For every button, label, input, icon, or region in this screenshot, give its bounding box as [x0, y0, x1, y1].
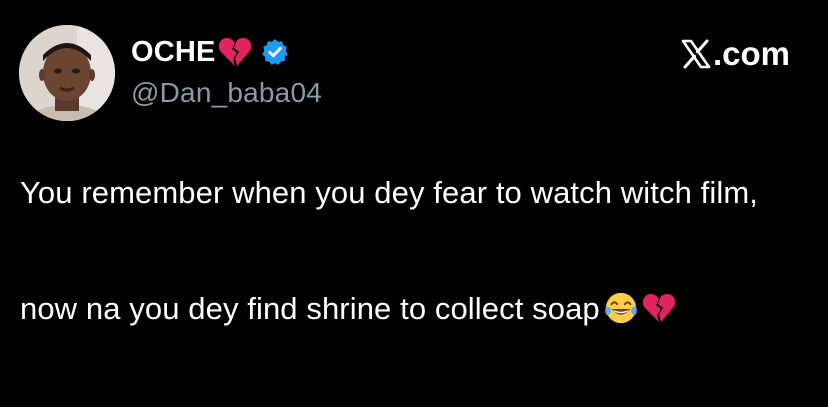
broken-heart-icon [642, 294, 676, 322]
avatar-image [19, 25, 115, 121]
tweet-paragraph-2: now na you dey find shrine to collect so… [20, 289, 815, 329]
face-with-tears-of-joy-icon [605, 292, 637, 324]
verified-badge-icon [261, 39, 288, 65]
brand-domain-text: .com [712, 35, 790, 72]
tweet-paragraph-2-text: now na you dey find shrine to collect so… [20, 291, 600, 326]
x-brand: .com [681, 34, 790, 74]
tweet-body: You remember when you dey fear to watch … [20, 173, 815, 329]
broken-heart-icon [218, 38, 251, 66]
x-logo-icon [681, 39, 711, 69]
display-name[interactable]: OCHE [131, 36, 216, 69]
author-handle[interactable]: @Dan_baba04 [131, 77, 322, 109]
avatar[interactable] [19, 25, 115, 121]
tweet-paragraph-1: You remember when you dey fear to watch … [20, 175, 758, 210]
author-name-row[interactable]: OCHE [131, 34, 289, 70]
